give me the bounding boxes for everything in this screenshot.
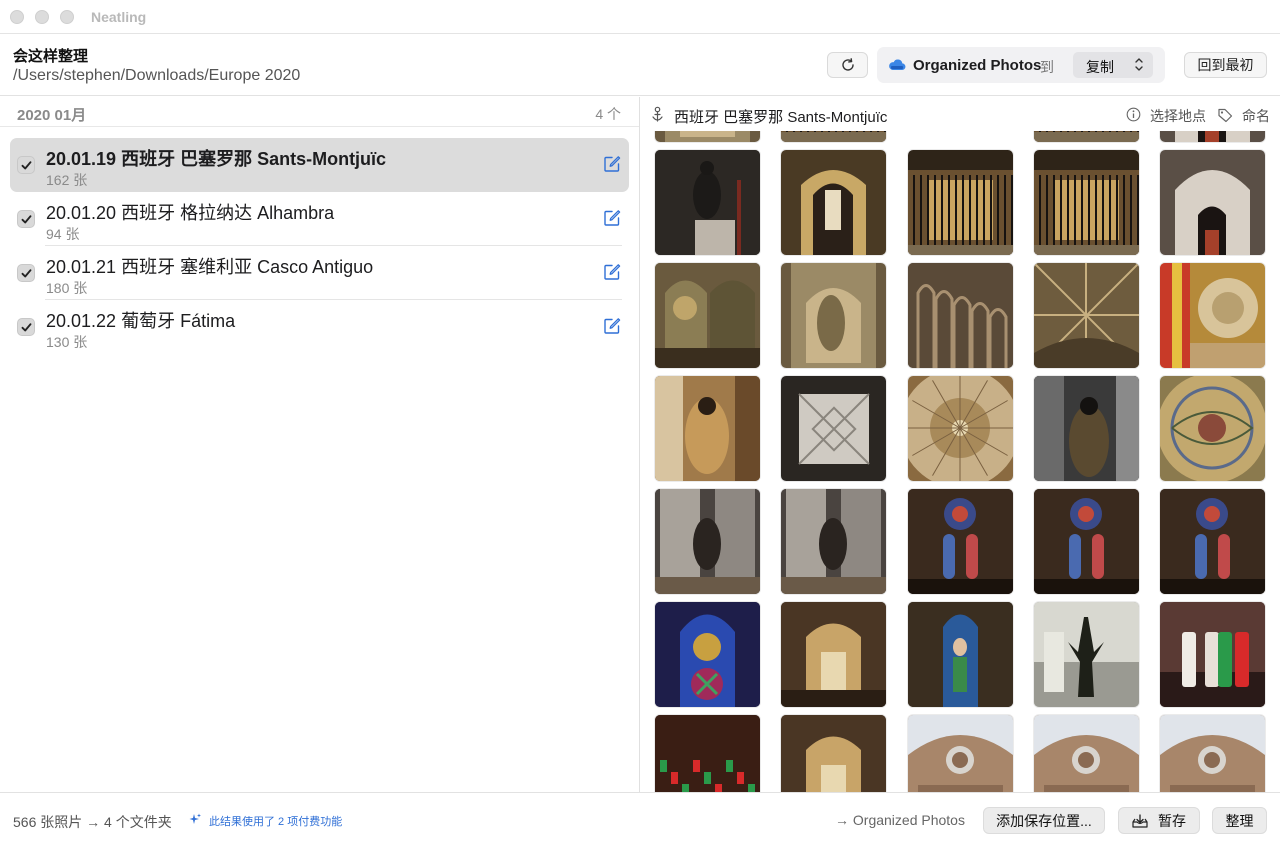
refresh-button[interactable] <box>827 52 868 78</box>
folder-checkbox[interactable] <box>17 318 35 336</box>
photo-thumbnail[interactable] <box>655 150 760 255</box>
photo-thumbnail[interactable] <box>1160 376 1266 481</box>
photo-preview-pane: 西班牙 巴塞罗那 Sants-Montjuïc 选择地点 命名 <box>641 97 1280 792</box>
photo-thumbnail[interactable] <box>1160 150 1266 255</box>
photo-thumbnail[interactable] <box>655 489 760 594</box>
destination-name: Organized Photos <box>913 57 1042 74</box>
folder-photo-count: 94 张 <box>46 226 80 242</box>
photo-thumbnail[interactable] <box>907 150 1013 255</box>
photo-thumbnail[interactable] <box>1033 489 1139 594</box>
mode-value: 复制 <box>1086 59 1114 75</box>
edit-icon[interactable] <box>603 155 621 173</box>
plan-heading: 会这样整理 <box>13 48 89 65</box>
mode-select[interactable]: 复制 <box>1073 52 1153 78</box>
photo-thumbnail[interactable] <box>655 602 760 707</box>
folder-row[interactable]: 20.01.19 西班牙 巴塞罗那 Sants-Montjuïc 162 张 <box>10 138 629 192</box>
folder-name: 20.01.20 西班牙 格拉纳达 Alhambra <box>46 203 335 223</box>
photo-thumbnail[interactable] <box>781 376 887 481</box>
photo-thumbnail[interactable] <box>655 263 760 368</box>
minimize-window-button[interactable] <box>35 10 49 24</box>
photo-thumbnail[interactable] <box>655 715 760 792</box>
photo-thumbnail[interactable] <box>1160 489 1266 594</box>
add-save-location-button[interactable]: 添加保存位置... <box>983 807 1105 834</box>
folder-row[interactable]: 20.01.22 葡萄牙 Fátima 130 张 <box>10 300 629 354</box>
title-bar: Neatling <box>0 0 1280 34</box>
folder-photo-count: 162 张 <box>46 172 88 188</box>
organize-button[interactable]: 整理 <box>1212 807 1267 834</box>
folder-photo-count: 130 张 <box>46 334 88 350</box>
photo-thumbnail[interactable] <box>1160 263 1266 368</box>
photo-thumbnail[interactable] <box>1160 602 1266 707</box>
up-down-chevron-icon <box>1135 58 1143 71</box>
toolbar: 会这样整理 /Users/stephen/Downloads/Europe 20… <box>0 35 1280 96</box>
destination-to-label: 到 <box>1040 59 1054 75</box>
cloud-drive-icon <box>889 59 906 71</box>
preview-header: 西班牙 巴塞罗那 Sants-Montjuïc 选择地点 命名 <box>641 97 1280 131</box>
summary-stats: 566 张照片 → 4 个文件夹 <box>13 814 172 830</box>
photo-thumbnail[interactable] <box>907 376 1013 481</box>
checkmark-icon <box>21 268 31 277</box>
month-title: 2020 01月 <box>17 107 87 124</box>
folder-name: 20.01.19 西班牙 巴塞罗那 Sants-Montjuïc <box>46 149 387 169</box>
photo-thumbnail[interactable] <box>1160 715 1266 792</box>
source-path: /Users/stephen/Downloads/Europe 2020 <box>13 67 301 84</box>
photo-thumbnail[interactable] <box>1033 715 1139 792</box>
info-icon[interactable] <box>1126 107 1141 122</box>
photo-thumbnail[interactable] <box>781 150 887 255</box>
tray-download-icon <box>1132 813 1148 828</box>
folder-photo-count: 180 张 <box>46 280 88 296</box>
reset-button[interactable]: 回到最初 <box>1184 52 1267 78</box>
footer-bar: 566 张照片 → 4 个文件夹 此结果使用了 2 项付费功能 → Organi… <box>0 792 1280 846</box>
month-section-header: 2020 01月 4 个 <box>0 97 639 127</box>
tag-icon[interactable] <box>1217 107 1233 123</box>
photo-thumbnail[interactable] <box>907 715 1013 792</box>
sparkle-icon <box>189 813 201 824</box>
photo-thumbnail[interactable] <box>781 489 887 594</box>
close-window-button[interactable] <box>10 10 24 24</box>
checkmark-icon <box>21 214 31 223</box>
photo-thumbnail[interactable] <box>781 602 887 707</box>
photo-thumbnail[interactable] <box>781 715 887 792</box>
photo-thumbnail[interactable] <box>781 263 887 368</box>
folder-list-pane: 2020 01月 4 个 20.01.19 西班牙 巴塞罗那 Sants-Mon… <box>0 97 640 792</box>
destination-selector[interactable]: Organized Photos 到 复制 <box>877 47 1165 83</box>
folder-checkbox[interactable] <box>17 156 35 174</box>
destination-summary: → Organized Photos <box>835 812 965 828</box>
photo-thumbnail[interactable] <box>907 263 1013 368</box>
photo-thumbnail[interactable] <box>1033 150 1139 255</box>
folder-count: 4 个 <box>595 106 621 122</box>
folder-checkbox[interactable] <box>17 210 35 228</box>
location-pin-icon <box>652 106 663 122</box>
folder-list: 20.01.19 西班牙 巴塞罗那 Sants-Montjuïc 162 张 20.… <box>10 138 629 354</box>
rename-button[interactable]: 命名 <box>1242 106 1270 126</box>
stash-label: 暂存 <box>1158 812 1186 829</box>
photo-thumbnail[interactable] <box>1033 263 1139 368</box>
photo-thumbnail[interactable] <box>655 376 760 481</box>
photo-thumbnail[interactable] <box>1033 376 1139 481</box>
photo-thumbnail[interactable] <box>1033 602 1139 707</box>
checkmark-icon <box>21 322 31 331</box>
edit-icon[interactable] <box>603 209 621 227</box>
window-title: Neatling <box>91 9 147 25</box>
edit-icon[interactable] <box>603 317 621 335</box>
edit-icon[interactable] <box>603 263 621 281</box>
photo-thumbnail[interactable] <box>907 602 1013 707</box>
folder-checkbox[interactable] <box>17 264 35 282</box>
app-window: Neatling 会这样整理 /Users/stephen/Downloads/… <box>0 0 1280 846</box>
paid-features-link[interactable]: 此结果使用了 2 项付费功能 <box>209 813 342 829</box>
folder-name: 20.01.21 西班牙 塞维利亚 Casco Antiguo <box>46 257 374 277</box>
folder-row[interactable]: 20.01.21 西班牙 塞维利亚 Casco Antiguo 180 张 <box>10 246 629 300</box>
preview-title: 西班牙 巴塞罗那 Sants-Montjuïc <box>674 109 888 126</box>
choose-place-button[interactable]: 选择地点 <box>1150 106 1206 126</box>
refresh-icon <box>841 58 854 71</box>
photo-thumbnail[interactable] <box>907 489 1013 594</box>
checkmark-icon <box>21 160 31 169</box>
zoom-window-button[interactable] <box>60 10 74 24</box>
stash-button[interactable]: 暂存 <box>1118 807 1200 834</box>
folder-name: 20.01.22 葡萄牙 Fátima <box>46 311 236 331</box>
folder-row[interactable]: 20.01.20 西班牙 格拉纳达 Alhambra 94 张 <box>10 192 629 246</box>
